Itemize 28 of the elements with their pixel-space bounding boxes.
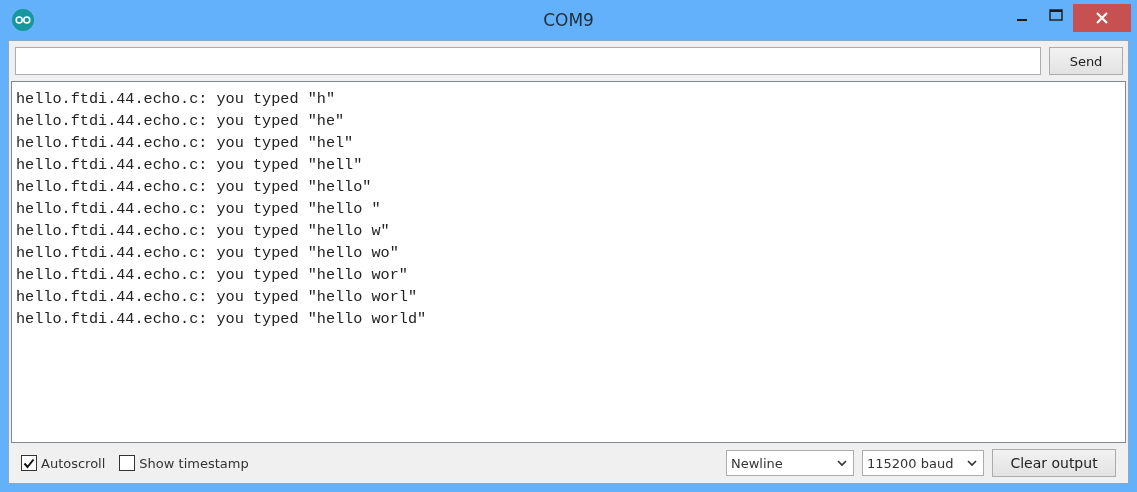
checkbox-label[interactable]: Show timestamp xyxy=(139,455,249,471)
output-line: hello.ftdi.44.echo.c: you typed "hello wo" xyxy=(16,243,399,264)
output-line: hello.ftdi.44.echo.c: you typed "hello worl" xyxy=(16,287,417,308)
output-line: hello.ftdi.44.echo.c: you typed "hell" xyxy=(16,155,363,176)
output-line: hello.ftdi.44.echo.c: you typed "hello w" xyxy=(16,221,390,242)
baud-rate-dropdown[interactable]: 115200 baud xyxy=(862,450,984,476)
send-button[interactable]: Send xyxy=(1049,47,1123,75)
output-line: hello.ftdi.44.echo.c: you typed "hello" xyxy=(16,177,372,198)
checkbox-label[interactable]: Autoscroll xyxy=(41,455,106,471)
maximize-icon xyxy=(1049,9,1063,21)
output-line: hello.ftdi.44.echo.c: you typed "hello world" xyxy=(16,309,427,330)
window-title: COM9 xyxy=(543,10,594,30)
checkbox[interactable] xyxy=(21,455,37,471)
output-line: hello.ftdi.44.echo.c: you typed "h" xyxy=(16,89,335,110)
output-line: hello.ftdi.44.echo.c: you typed "hel" xyxy=(16,133,354,154)
caret-icon xyxy=(837,459,847,467)
clear-output-button[interactable]: Clear output xyxy=(992,449,1116,477)
output-line: hello.ftdi.44.echo.c: you typed "he" xyxy=(16,111,345,132)
line-ending-dropdown[interactable]: Newline xyxy=(726,450,854,476)
caret-icon xyxy=(967,459,977,467)
output-line: hello.ftdi.44.echo.c: you typed "hello " xyxy=(16,199,381,220)
checkbox[interactable] xyxy=(119,455,136,471)
minimize-icon xyxy=(1017,19,1027,21)
close-icon xyxy=(1096,12,1108,24)
close-button[interactable] xyxy=(1073,4,1131,32)
output-line: hello.ftdi.44.echo.c: you typed "hello wor" xyxy=(16,265,408,286)
message-input-field[interactable] xyxy=(15,47,1041,75)
logo-icon xyxy=(12,9,34,31)
